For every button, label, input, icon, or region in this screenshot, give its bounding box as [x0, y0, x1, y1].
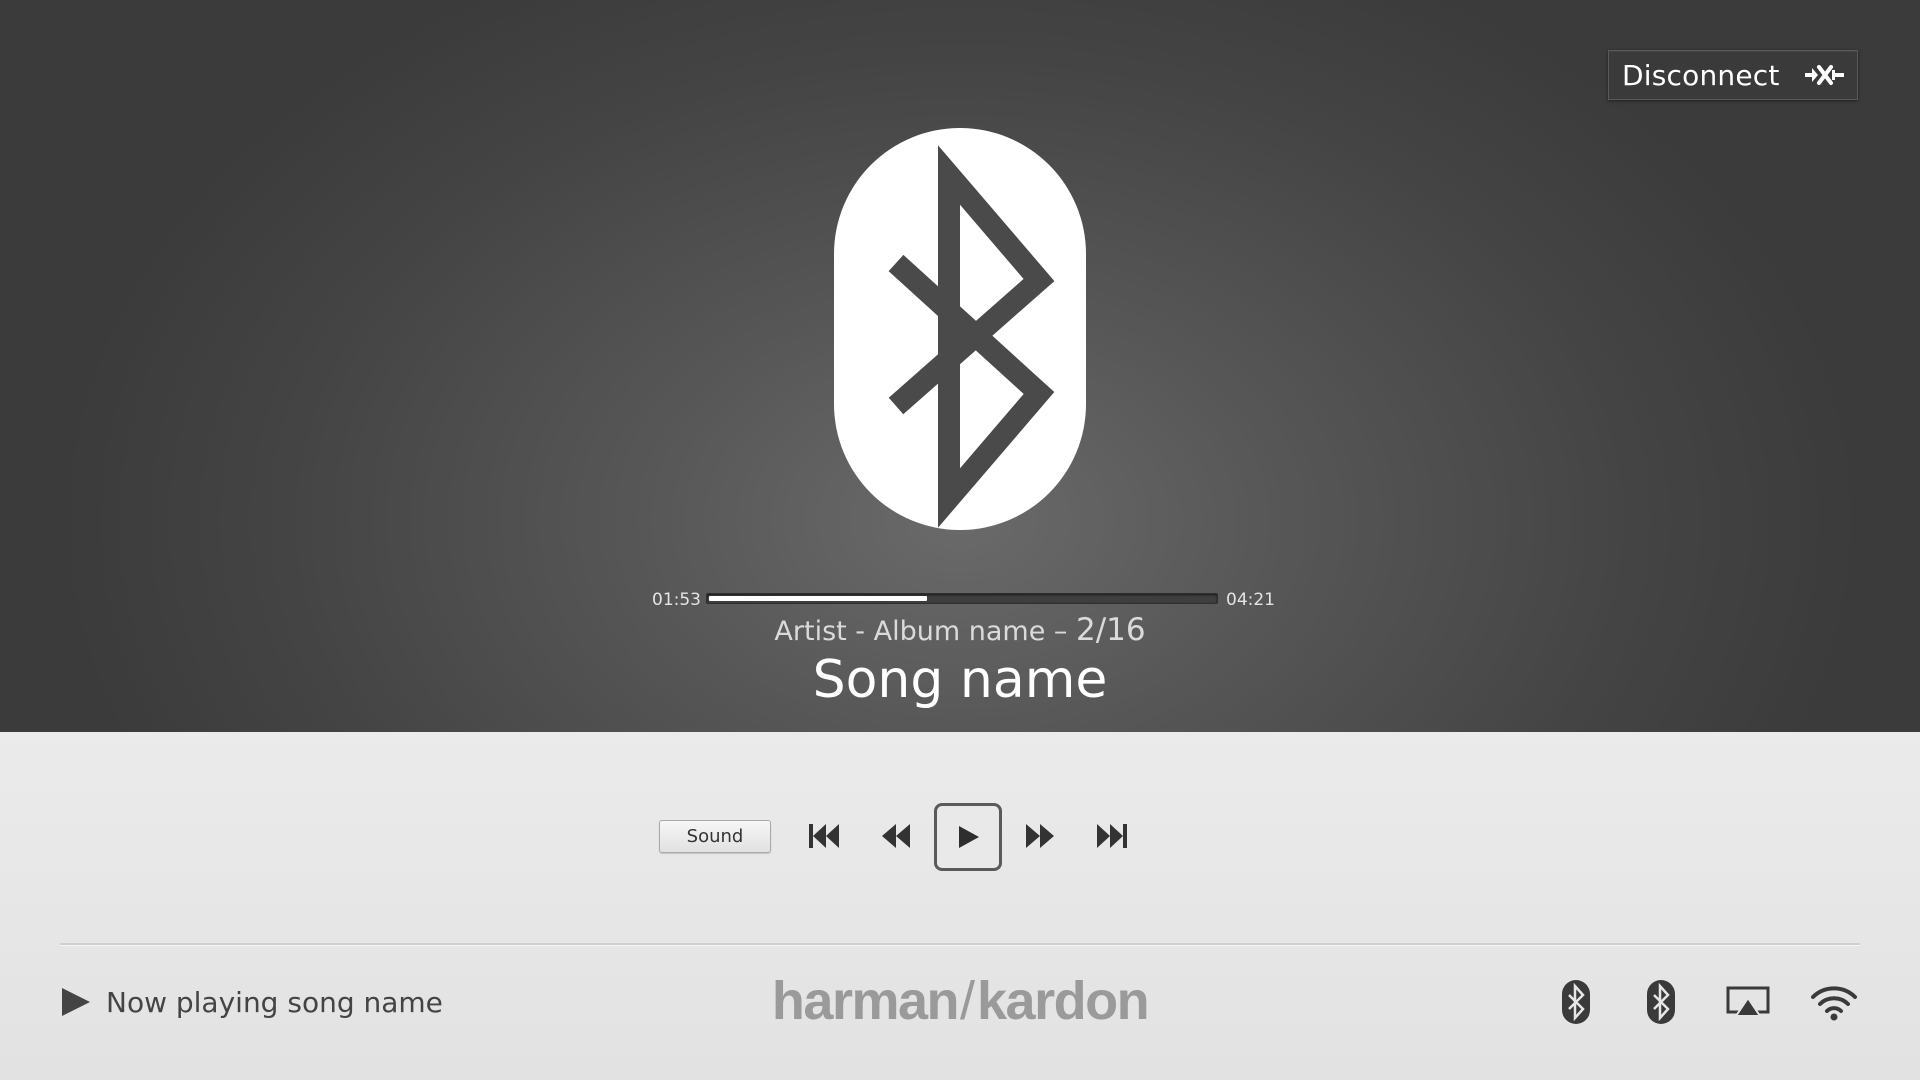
fast-forward-icon [1026, 824, 1054, 848]
play-icon [959, 826, 979, 848]
disconnect-button[interactable]: Disconnect [1608, 50, 1858, 100]
wifi-icon[interactable] [1810, 984, 1858, 1022]
play-button[interactable] [934, 803, 1002, 871]
brand-slash: / [960, 971, 976, 1031]
track-position: 2/16 [1075, 612, 1146, 648]
airplay-icon[interactable] [1726, 986, 1770, 1020]
brand-logo: harman/kardon [700, 970, 1220, 1032]
divider [60, 943, 1860, 946]
play-icon [62, 988, 90, 1016]
now-playing-status[interactable]: Now playing song name [60, 980, 443, 1024]
rewind-icon [882, 824, 910, 848]
elapsed-time: 01:53 [652, 590, 701, 610]
track-meta: Artist - Album name – 2/16 [0, 612, 1920, 648]
sound-button[interactable]: Sound [659, 820, 771, 853]
now-playing-panel: Disconnect 01:53 04:21 Artist - Album na… [0, 0, 1920, 732]
artist-album-text: Artist - Album name – [774, 616, 1076, 647]
skip-back-button[interactable] [804, 818, 844, 854]
total-time: 04:21 [1226, 590, 1275, 610]
skip-forward-button[interactable] [1092, 818, 1132, 854]
disconnect-plug-icon [1805, 65, 1844, 85]
song-title: Song name [812, 650, 1108, 710]
bluetooth-icon [834, 128, 1086, 530]
brand-left: harman [771, 971, 960, 1031]
disconnect-label: Disconnect [1622, 58, 1780, 92]
brand-right: kardon [977, 971, 1150, 1031]
app-window: Disconnect 01:53 04:21 Artist - Album na… [0, 0, 1920, 1080]
fast-forward-button[interactable] [1020, 818, 1060, 854]
skip-forward-icon [1097, 824, 1127, 848]
now-playing-label: Now playing song name [106, 985, 443, 1019]
skip-back-icon [809, 824, 839, 848]
progress-bar[interactable] [706, 593, 1218, 604]
bluetooth-icon[interactable] [1647, 980, 1675, 1024]
bluetooth-icon[interactable] [1562, 980, 1590, 1024]
progress-fill [709, 596, 927, 601]
rewind-button[interactable] [876, 818, 916, 854]
